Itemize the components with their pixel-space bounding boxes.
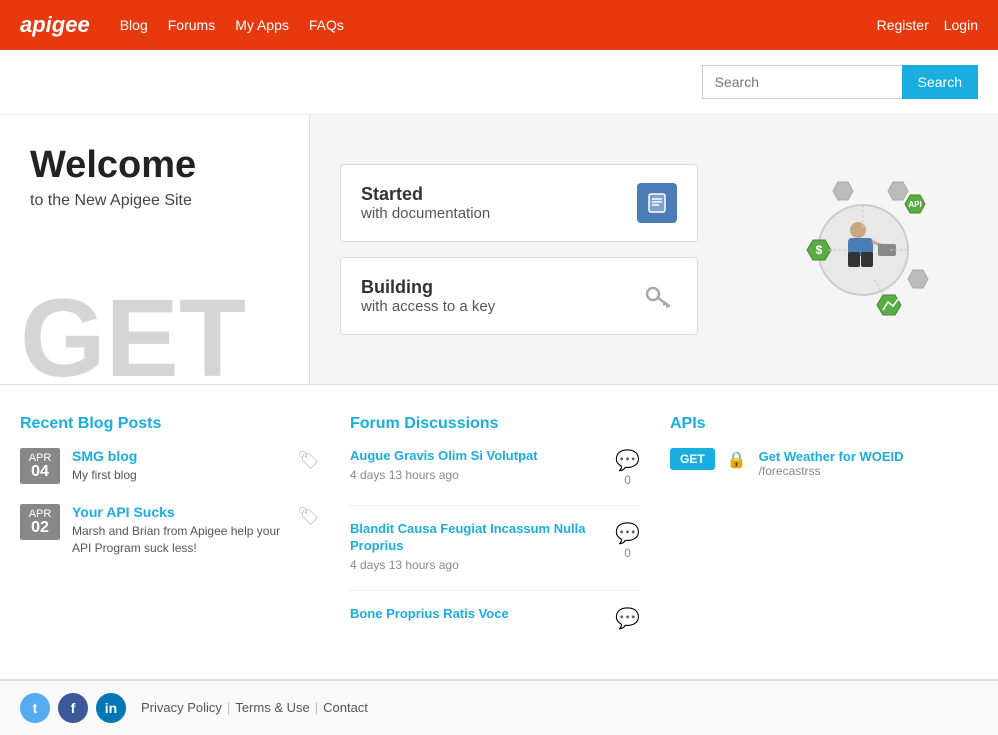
- tag-icon-1: 🏷: [297, 450, 320, 471]
- forum-post-1: Augue Gravis Olim Si Volutpat 4 days 13 …: [350, 448, 640, 487]
- social-icons: t f in: [20, 693, 126, 723]
- api-section: APIs GET 🔒 Get Weather for WOEID /foreca…: [670, 415, 978, 649]
- welcome-text: Welcome to the New Apigee Site: [30, 145, 279, 210]
- api-link-1[interactable]: Get Weather for WOEID: [759, 449, 904, 464]
- search-input[interactable]: [702, 65, 902, 99]
- login-link[interactable]: Login: [944, 17, 978, 33]
- get-text: GET: [20, 284, 246, 384]
- hero-cards: Started with documentation Building with…: [310, 115, 728, 384]
- forum-post-content-1: Augue Gravis Olim Si Volutpat 4 days 13 …: [350, 448, 605, 482]
- forum-post-3: Bone Proprius Ratis Voce 💬: [350, 606, 640, 631]
- hero-illustration: API $: [728, 115, 998, 384]
- doc-icon: [637, 183, 677, 223]
- blog-content-1: SMG blog My first blog: [72, 448, 285, 484]
- forum-post-content-2: Blandit Causa Feugiat Incassum Nulla Pro…: [350, 521, 605, 572]
- nav-forums[interactable]: Forums: [168, 17, 215, 33]
- lock-icon: 🔒: [727, 450, 747, 470]
- blog-section: Recent Blog Posts Apr 04 SMG blog My fir…: [20, 415, 320, 649]
- card-building[interactable]: Building with access to a key: [340, 257, 698, 335]
- forum-post-content-3: Bone Proprius Ratis Voce: [350, 606, 605, 623]
- main-nav: Blog Forums My Apps FAQs: [120, 17, 344, 33]
- register-link[interactable]: Register: [877, 17, 929, 33]
- forum-meta-1: 4 days 13 hours ago: [350, 468, 605, 482]
- blog-content-2: Your API Sucks Marsh and Brian from Apig…: [72, 504, 285, 557]
- nav-faqs[interactable]: FAQs: [309, 17, 344, 33]
- nav-blog[interactable]: Blog: [120, 17, 148, 33]
- sep-2: |: [315, 700, 318, 715]
- blog-post-1: Apr 04 SMG blog My first blog 🏷: [20, 448, 320, 484]
- forum-divider-1: [350, 505, 640, 506]
- search-button[interactable]: Search: [902, 65, 978, 99]
- svg-text:$: $: [816, 243, 823, 257]
- key-icon: [637, 276, 677, 316]
- comment-icon-2: 💬: [615, 521, 640, 546]
- forum-count-1: 💬 0: [615, 448, 640, 487]
- api-item-1: GET 🔒 Get Weather for WOEID /forecastrss: [670, 448, 978, 478]
- forum-meta-2: 4 days 13 hours ago: [350, 558, 605, 572]
- terms-link[interactable]: Terms & Use: [235, 700, 309, 715]
- search-bar: Search: [0, 50, 998, 115]
- hero-left: Welcome to the New Apigee Site GET: [0, 115, 310, 384]
- blog-post-2: Apr 02 Your API Sucks Marsh and Brian fr…: [20, 504, 320, 557]
- svg-text:API: API: [908, 200, 921, 209]
- forum-divider-2: [350, 590, 640, 591]
- header: apigee Blog Forums My Apps FAQs Register…: [0, 0, 998, 50]
- blog-desc-2: Marsh and Brian from Apigee help your AP…: [72, 523, 285, 557]
- welcome-subtext: to the New Apigee Site: [30, 192, 279, 210]
- forum-count-2: 💬 0: [615, 521, 640, 560]
- footer-links: Privacy Policy | Terms & Use | Contact: [141, 700, 368, 715]
- nav-myapps[interactable]: My Apps: [235, 17, 289, 33]
- comment-icon-1: 💬: [615, 448, 640, 473]
- forum-link-2[interactable]: Blandit Causa Feugiat Incassum Nulla Pro…: [350, 521, 605, 555]
- linkedin-icon[interactable]: in: [96, 693, 126, 723]
- forum-link-1[interactable]: Augue Gravis Olim Si Volutpat: [350, 448, 605, 465]
- forum-post-2: Blandit Causa Feugiat Incassum Nulla Pro…: [350, 521, 640, 572]
- forum-count-3: 💬: [615, 606, 640, 631]
- blog-link-1[interactable]: SMG blog: [72, 448, 137, 464]
- footer: t f in Privacy Policy | Terms & Use | Co…: [0, 680, 998, 735]
- contact-link[interactable]: Contact: [323, 700, 368, 715]
- welcome-heading: Welcome: [30, 145, 279, 187]
- card-started-text: Started with documentation: [361, 184, 490, 222]
- forum-link-3[interactable]: Bone Proprius Ratis Voce: [350, 606, 605, 623]
- blog-title: Recent Blog Posts: [20, 415, 320, 433]
- tag-icon-2: 🏷: [297, 506, 320, 527]
- header-auth: Register Login: [877, 17, 978, 33]
- api-info-1: Get Weather for WOEID /forecastrss: [759, 448, 904, 478]
- blog-link-2[interactable]: Your API Sucks: [72, 504, 175, 520]
- sep-1: |: [227, 700, 230, 715]
- twitter-icon[interactable]: t: [20, 693, 50, 723]
- logo: apigee: [20, 12, 90, 38]
- api-path-1: /forecastrss: [759, 464, 904, 478]
- comment-icon-3: 💬: [615, 606, 640, 631]
- facebook-icon[interactable]: f: [58, 693, 88, 723]
- main-content: Recent Blog Posts Apr 04 SMG blog My fir…: [0, 385, 998, 680]
- blog-date-2: Apr 02: [20, 504, 60, 540]
- card-building-text: Building with access to a key: [361, 277, 495, 315]
- get-badge: GET: [670, 448, 715, 470]
- hero-section: Welcome to the New Apigee Site GET Start…: [0, 115, 998, 385]
- forum-title: Forum Discussions: [350, 415, 640, 433]
- forum-section: Forum Discussions Augue Gravis Olim Si V…: [350, 415, 640, 649]
- blog-desc-1: My first blog: [72, 467, 285, 484]
- blog-date-1: Apr 04: [20, 448, 60, 484]
- privacy-link[interactable]: Privacy Policy: [141, 700, 222, 715]
- card-started[interactable]: Started with documentation: [340, 164, 698, 242]
- api-title: APIs: [670, 415, 978, 433]
